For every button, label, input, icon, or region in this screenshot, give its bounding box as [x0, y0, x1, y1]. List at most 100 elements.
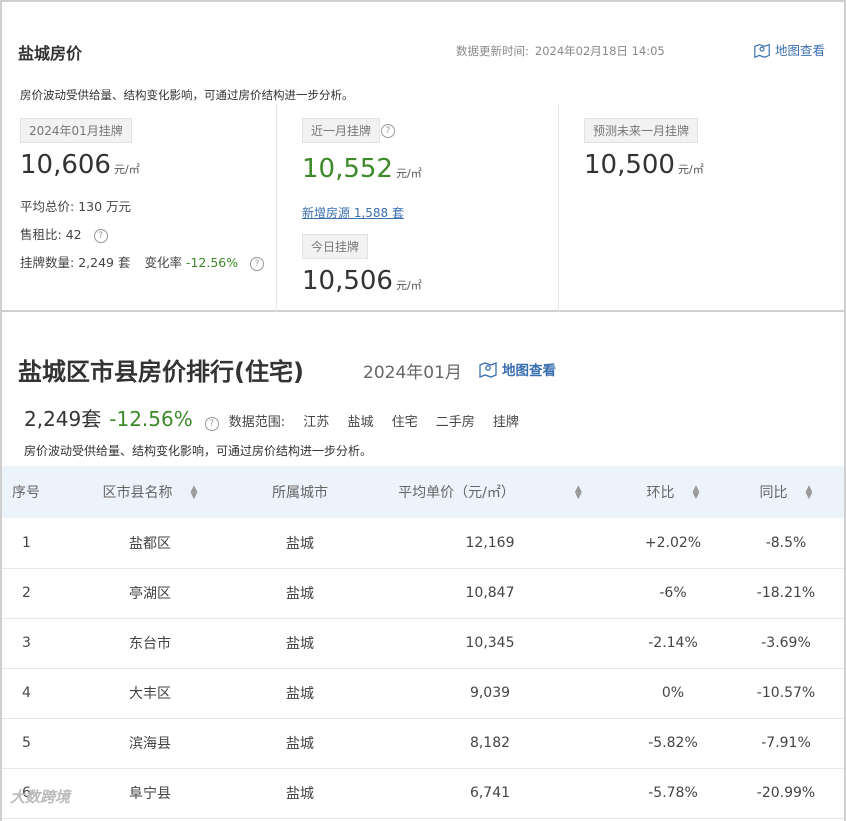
listing-label: 挂牌数量:	[20, 255, 75, 270]
row-name[interactable]: 盐都区	[62, 518, 238, 569]
header-name[interactable]: 区市县名称 ▲ ▼	[62, 466, 238, 518]
row-name[interactable]: 滨海县	[62, 718, 238, 769]
table-row[interactable]: 4 大丰区 盐城 9,039 0% -10.57%	[2, 668, 844, 719]
row-price: 9,039	[362, 668, 618, 719]
forecast-price-value: 10,500	[584, 150, 675, 180]
summary-count: 2,249套	[24, 407, 102, 431]
district-ranking-card: 盐城区市县房价排行(住宅) 2024年01月 地图查看 2,249套 -12.5…	[0, 312, 846, 821]
card-title: 盐城房价	[18, 44, 83, 63]
row-yoy: -7.91%	[728, 718, 844, 769]
table-header-row: 序号 区市县名称 ▲ ▼ 所属城市 平均单价（元/㎡） ▲ ▼ 环比 ▲ ▼ 同比 ▲ ▼	[2, 466, 844, 518]
month-tag: 2024年01月挂牌	[20, 118, 132, 143]
row-no: 3	[2, 618, 62, 669]
row-yoy: -18.21%	[728, 568, 844, 619]
row-no: 1	[2, 518, 62, 569]
row-price: 10,847	[362, 568, 618, 619]
row-name[interactable]: 亭湖区	[62, 568, 238, 619]
card-description: 房价波动受供给量、结构变化影响，可通过房价结构进一步分析。	[20, 88, 354, 102]
month-price-unit: 元/㎡	[113, 163, 140, 176]
change-label: 变化率	[144, 255, 182, 270]
ranking-table: 序号 区市县名称 ▲ ▼ 所属城市 平均单价（元/㎡） ▲ ▼ 环比 ▲ ▼ 同比 ▲ ▼ 1 …	[2, 466, 844, 819]
row-yoy: -8.5%	[728, 518, 844, 569]
header-price[interactable]: 平均单价（元/㎡） ▲ ▼	[362, 466, 618, 518]
avg-total-value: 130 万元	[78, 199, 132, 214]
row-price: 8,182	[362, 718, 618, 769]
row-price: 6,741	[362, 768, 618, 819]
today-price-unit: 元/㎡	[395, 279, 422, 292]
avg-total-label: 平均总价:	[20, 199, 75, 214]
sort-icon[interactable]: ▲ ▼	[575, 485, 582, 501]
ranking-month: 2024年01月	[363, 363, 462, 383]
row-no: 2	[2, 568, 62, 619]
help-icon[interactable]: ?	[204, 417, 219, 431]
forecast-price-unit: 元/㎡	[677, 163, 704, 176]
recent-tag: 近一月挂牌	[302, 118, 381, 143]
today-price: 10,506 元/㎡	[302, 266, 422, 296]
row-city: 盐城	[238, 718, 362, 769]
table-row[interactable]: 2 亭湖区 盐城 10,847 -6% -18.21%	[2, 568, 844, 619]
sort-icon[interactable]: ▲ ▼	[693, 485, 700, 501]
scope-item: 挂牌	[492, 415, 519, 430]
ranking-map-link[interactable]: 地图查看	[478, 359, 556, 379]
recent-price: 10,552 元/㎡	[302, 154, 422, 184]
row-mom: -6%	[618, 568, 728, 619]
sort-icon[interactable]: ▲ ▼	[191, 485, 198, 501]
row-name[interactable]: 大丰区	[62, 668, 238, 719]
ranking-summary: 2,249套 -12.56% ? 数据范围: 江苏 盐城 住宅 二手房 挂牌	[24, 403, 533, 432]
help-icon[interactable]: ?	[250, 256, 265, 271]
rent-ratio-label: 售租比:	[20, 227, 62, 242]
ranking-description: 房价波动受供给量、结构变化影响，可通过房价结构进一步分析。	[24, 444, 373, 458]
today-price-value: 10,506	[302, 266, 393, 296]
listing-value: 2,249 套	[78, 255, 131, 270]
watermark: 大数跨境	[10, 788, 71, 806]
help-icon[interactable]: ?	[93, 228, 108, 243]
row-city: 盐城	[238, 618, 362, 669]
rent-ratio: 售租比: 42 ?	[20, 224, 108, 243]
month-price: 10,606 元/㎡	[20, 150, 140, 180]
row-mom: 0%	[618, 668, 728, 719]
table-row[interactable]: 6 阜宁县 盐城 6,741 -5.78% -20.99%	[2, 768, 844, 819]
row-name[interactable]: 阜宁县	[62, 768, 238, 819]
page: 盐城房价 数据更新时间: 2024年02月18日 14:05 地图查看 房价波动受…	[0, 0, 846, 821]
month-price-value: 10,606	[20, 150, 111, 180]
new-listings-link[interactable]: 新增房源 1,588 套	[302, 204, 404, 221]
ranking-map-label[interactable]: 地图查看	[502, 359, 556, 379]
row-yoy: -20.99%	[728, 768, 844, 819]
row-mom: -5.78%	[618, 768, 728, 819]
sort-icon[interactable]: ▲ ▼	[806, 485, 813, 501]
map-view-link[interactable]: 地图查看	[753, 40, 825, 59]
map-pin-icon	[754, 43, 770, 58]
monthly-listing-column: 2024年01月挂牌 10,606 元/㎡ 平均总价: 130 万元 售租比: 4…	[4, 104, 276, 312]
scope-item: 住宅	[391, 415, 418, 430]
rent-ratio-value: 42	[65, 227, 82, 242]
table-row[interactable]: 3 东台市 盐城 10,345 -2.14% -3.69%	[2, 618, 844, 669]
table-row[interactable]: 1 盐都区 盐城 12,169 +2.02% -8.5%	[2, 518, 844, 569]
map-view-label[interactable]: 地图查看	[775, 40, 825, 59]
header-yoy[interactable]: 同比 ▲ ▼	[728, 466, 844, 518]
row-mom: -5.82%	[618, 718, 728, 769]
recent-price-unit: 元/㎡	[395, 167, 422, 180]
header-mom[interactable]: 环比 ▲ ▼	[618, 466, 728, 518]
forecast-tag: 预测未来一月挂牌	[584, 118, 699, 143]
update-value: 2024年02月18日 14:05	[534, 44, 665, 58]
scope-item: 江苏	[303, 415, 330, 430]
row-city: 盐城	[238, 518, 362, 569]
update-time: 数据更新时间: 2024年02月18日 14:05	[450, 43, 665, 59]
row-name[interactable]: 东台市	[62, 618, 238, 669]
row-no: 5	[2, 718, 62, 769]
today-tag: 今日挂牌	[302, 234, 369, 259]
forecast-column: 预测未来一月挂牌 10,500 元/㎡	[558, 104, 846, 312]
listing-count: 挂牌数量: 2,249 套 变化率 -12.56% ?	[20, 252, 265, 271]
avg-total-price: 平均总价: 130 万元	[20, 196, 131, 215]
recent-price-value: 10,552	[302, 154, 393, 184]
help-icon[interactable]: ?	[381, 124, 395, 138]
recent-listing-column: 近一月挂牌 ? 10,552 元/㎡ 新增房源 1,588 套 今日挂牌 10,5…	[276, 104, 558, 312]
change-value: -12.56%	[185, 255, 239, 270]
scope-item: 盐城	[347, 415, 374, 430]
row-price: 10,345	[362, 618, 618, 669]
row-price: 12,169	[362, 518, 618, 569]
update-label: 数据更新时间:	[456, 44, 529, 58]
header-no: 序号	[2, 466, 62, 518]
table-row[interactable]: 5 滨海县 盐城 8,182 -5.82% -7.91%	[2, 718, 844, 769]
scope-item: 二手房	[435, 415, 475, 430]
